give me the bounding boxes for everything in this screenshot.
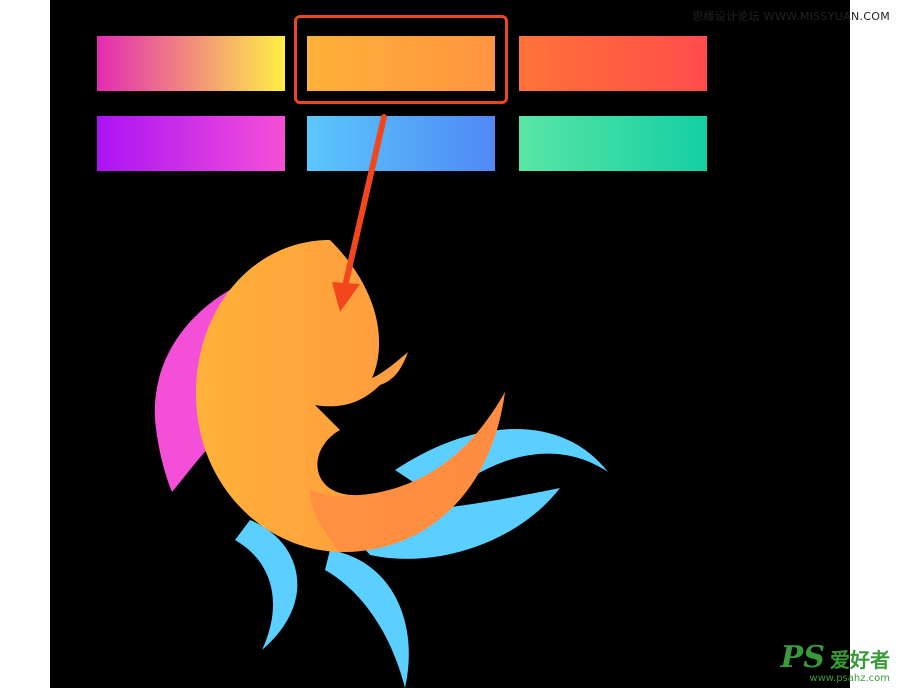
fish-illustration xyxy=(154,114,608,688)
watermark-bottom: PS 爱好者 www.psahz.com xyxy=(780,640,890,685)
watermark-cn-text: 爱好者 xyxy=(830,648,890,672)
watermark-ps-logo: PS xyxy=(780,640,825,675)
watermark-top: 思缘设计论坛 WWW.MISSYUAN.COM xyxy=(692,10,890,23)
